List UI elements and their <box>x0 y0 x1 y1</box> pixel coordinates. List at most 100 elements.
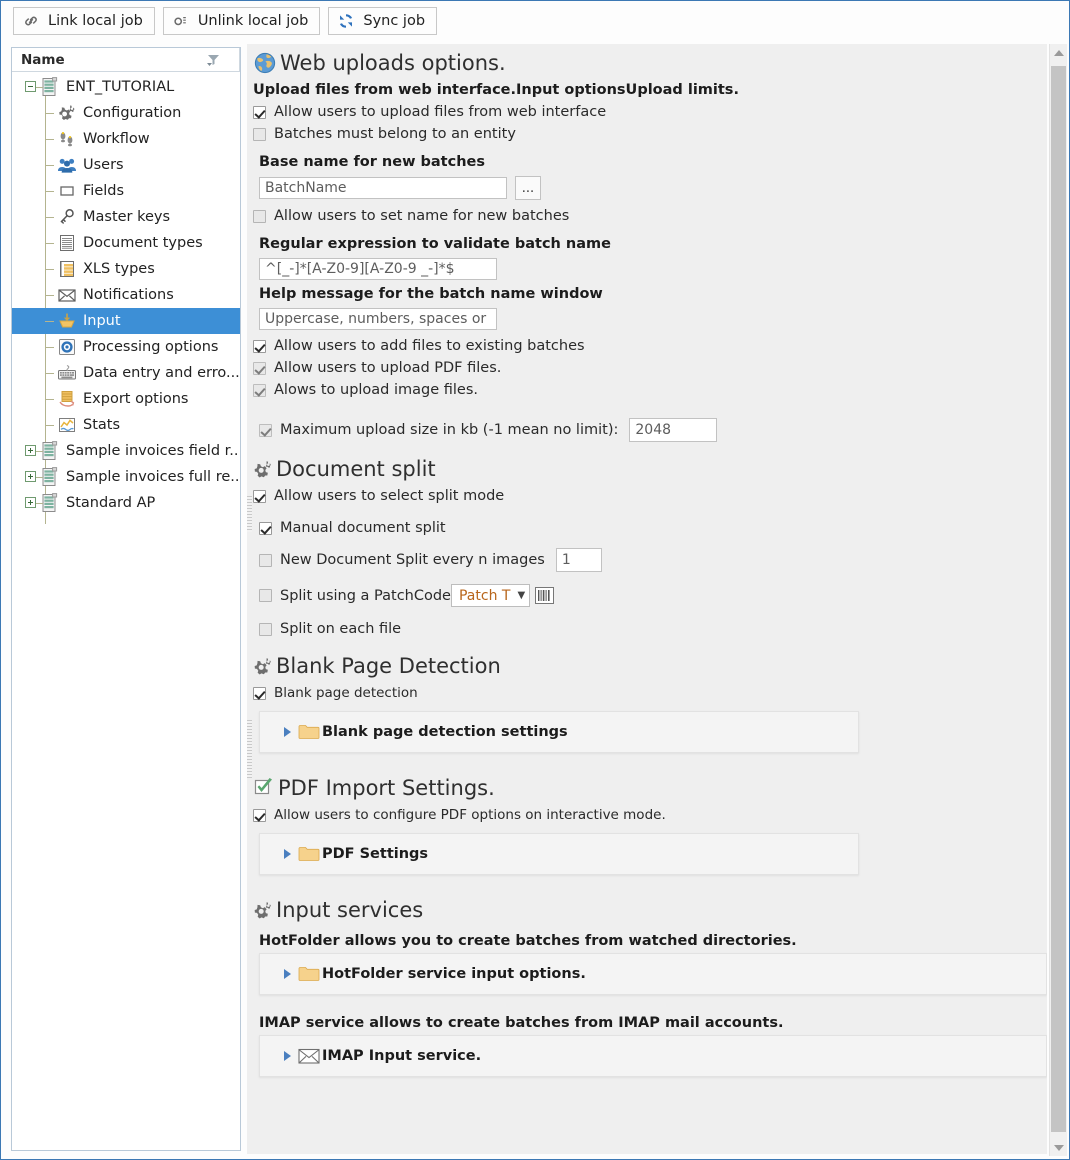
max-upload-size-input[interactable] <box>629 418 718 442</box>
split-patchcode-row[interactable]: Split using a PatchCode Patch T ▼ <box>259 584 1047 607</box>
tree-item-label: Stats <box>83 416 121 433</box>
web-uploads-description: Upload files from web interface.Input op… <box>253 82 739 98</box>
folder-icon <box>298 725 320 739</box>
blank-page-detection-checkbox[interactable] <box>253 686 266 700</box>
allow-set-name-row[interactable]: Allow users to set name for new batches <box>253 208 1047 224</box>
scroll-up-button[interactable] <box>1050 44 1067 61</box>
regex-input[interactable] <box>259 258 497 280</box>
tree-expander-expand[interactable] <box>25 497 36 508</box>
split-patchcode-label: Split using a PatchCode <box>280 587 451 604</box>
hotfolder-panel-label: HotFolder service input options. <box>322 966 586 982</box>
tree-item-4[interactable]: Fields <box>12 178 240 204</box>
hotfolder-panel[interactable]: HotFolder service input options. <box>259 953 1047 995</box>
tree-item-13[interactable]: Stats <box>12 412 240 438</box>
tree-item-0[interactable]: ENT_TUTORIAL <box>12 74 240 100</box>
imap-panel[interactable]: IMAP Input service. <box>259 1035 1047 1077</box>
filter-icon[interactable] <box>206 54 222 66</box>
allow-pdf-configure-label: Allow users to configure PDF options on … <box>274 807 666 823</box>
split-every-n-checkbox[interactable] <box>259 553 272 567</box>
allow-image-checkbox[interactable] <box>253 383 266 397</box>
tree-item-3[interactable]: Users <box>12 152 240 178</box>
chevron-down-icon: ▼ <box>517 590 526 601</box>
tree-body: ENT_TUTORIAL Configuration Workflow Users Fi… <box>12 72 240 524</box>
split-each-file-checkbox[interactable] <box>259 622 272 636</box>
scroll-down-button[interactable] <box>1050 1139 1067 1156</box>
application-window: Link local job Unlink local job Sync job… <box>0 0 1070 1160</box>
tree-item-6[interactable]: Document types <box>12 230 240 256</box>
tree-item-label: Notifications <box>83 286 174 303</box>
tree-item-15[interactable]: Sample invoices full re... <box>12 464 240 490</box>
tree-item-12[interactable]: Export options <box>12 386 240 412</box>
sync-job-label: Sync job <box>363 12 426 29</box>
allow-add-existing-row[interactable]: Allow users to add files to existing bat… <box>253 338 1047 354</box>
manual-split-checkbox[interactable] <box>259 521 272 535</box>
base-name-input[interactable] <box>259 177 507 199</box>
document-list-icon <box>57 233 77 253</box>
content-scrollbar[interactable] <box>1049 44 1067 1156</box>
batches-entity-row[interactable]: Batches must belong to an entity <box>253 126 1047 142</box>
users-icon <box>57 155 77 175</box>
patchcode-select[interactable]: Patch T ▼ <box>450 584 531 607</box>
toolbar: Link local job Unlink local job Sync job <box>1 1 1069 41</box>
blank-page-settings-panel[interactable]: Blank page detection settings <box>259 711 859 753</box>
max-upload-size-row[interactable]: Maximum upload size in kb (-1 mean no li… <box>259 418 1047 442</box>
split-every-n-row[interactable]: New Document Split every n images <box>259 548 1047 572</box>
allow-image-row[interactable]: Alows to upload image files. <box>253 382 1047 398</box>
keyboard-icon <box>57 363 77 383</box>
tree-item-10[interactable]: Processing options <box>12 334 240 360</box>
allow-add-existing-checkbox[interactable] <box>253 339 266 353</box>
split-each-file-row[interactable]: Split on each file <box>259 621 1047 637</box>
allow-upload-from-web-row[interactable]: Allow users to upload files from web int… <box>253 104 1047 120</box>
document-split-title: Document split <box>276 457 436 481</box>
sync-icon <box>340 14 353 28</box>
pdf-settings-panel[interactable]: PDF Settings <box>259 833 859 875</box>
allow-select-split-checkbox[interactable] <box>253 489 266 503</box>
unlink-local-job-button[interactable]: Unlink local job <box>162 7 321 35</box>
allow-upload-from-web-checkbox[interactable] <box>253 105 266 119</box>
link-local-job-button[interactable]: Link local job <box>13 7 155 35</box>
barcode-icon[interactable] <box>535 587 555 604</box>
tree-item-11[interactable]: Data entry and erro... <box>12 360 240 386</box>
tree-item-14[interactable]: Sample invoices field r... <box>12 438 240 464</box>
max-upload-size-checkbox[interactable] <box>259 423 272 437</box>
allow-pdf-configure-checkbox[interactable] <box>253 808 266 822</box>
allow-upload-from-web-label: Allow users to upload files from web int… <box>274 104 607 120</box>
tree-item-label: Document types <box>83 234 203 251</box>
allow-set-name-checkbox[interactable] <box>253 209 266 223</box>
scrollbar-thumb[interactable] <box>1051 66 1066 1132</box>
tree-item-7[interactable]: XLS types <box>12 256 240 282</box>
tree-item-label: Processing options <box>83 338 219 355</box>
tree-column-header[interactable]: Name <box>12 48 240 72</box>
tree-item-9[interactable]: Input <box>12 308 240 334</box>
base-name-browse-button[interactable]: ... <box>515 176 541 200</box>
tree-item-2[interactable]: Workflow <box>12 126 240 152</box>
blank-page-heading: Blank Page Detection <box>253 653 1047 679</box>
check-icon <box>254 778 272 795</box>
tree-expander-expand[interactable] <box>25 445 36 456</box>
split-every-n-input[interactable] <box>555 548 602 572</box>
tree-item-1[interactable]: Configuration <box>12 100 240 126</box>
tree-item-16[interactable]: Standard AP <box>12 490 240 516</box>
tree-expander-expand[interactable] <box>25 471 36 482</box>
tree-item-8[interactable]: Notifications <box>12 282 240 308</box>
blank-page-detection-row[interactable]: Blank page detection <box>253 685 1047 701</box>
base-name-label: Base name for new batches <box>259 154 485 170</box>
help-message-input[interactable] <box>259 308 497 330</box>
allow-pdf-checkbox[interactable] <box>253 361 266 375</box>
key-icon <box>57 207 77 227</box>
split-patchcode-checkbox[interactable] <box>259 589 272 602</box>
manual-split-row[interactable]: Manual document split <box>259 520 1047 536</box>
document-split-heading: Document split <box>253 456 1047 482</box>
tree-item-label: XLS types <box>83 260 155 277</box>
allow-select-split-row[interactable]: Allow users to select split mode <box>253 488 1047 504</box>
tree-expander-collapse[interactable] <box>25 81 36 92</box>
allow-add-existing-label: Allow users to add files to existing bat… <box>274 338 585 354</box>
options-content-panel: Web uploads options. Upload files from w… <box>247 44 1047 1154</box>
gears-icon <box>57 103 77 123</box>
sync-job-button[interactable]: Sync job <box>328 7 438 35</box>
batches-entity-checkbox[interactable] <box>253 127 266 141</box>
tree-item-5[interactable]: Master keys <box>12 204 240 230</box>
gears-icon <box>254 658 271 675</box>
allow-pdf-configure-row[interactable]: Allow users to configure PDF options on … <box>253 807 1047 823</box>
allow-pdf-row[interactable]: Allow users to upload PDF files. <box>253 360 1047 376</box>
